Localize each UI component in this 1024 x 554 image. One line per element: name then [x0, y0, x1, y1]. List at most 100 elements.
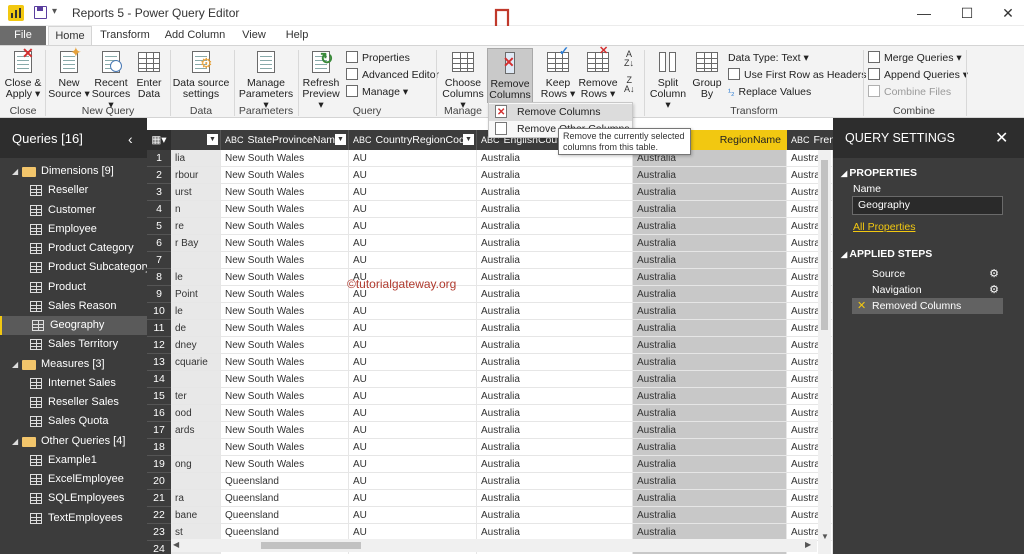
table-cell[interactable]: Australia: [633, 507, 787, 524]
manage-query-button[interactable]: Manage ▾: [346, 84, 408, 100]
table-cell[interactable]: cquarie: [171, 354, 221, 371]
table-cell[interactable]: r Bay: [171, 235, 221, 252]
expand-triangle-icon[interactable]: ◢: [12, 162, 18, 181]
table-cell[interactable]: AU: [349, 439, 477, 456]
scroll-left-icon[interactable]: ◀: [173, 540, 179, 549]
row-number[interactable]: 19: [147, 456, 171, 473]
table-cell[interactable]: Australia: [477, 201, 633, 218]
vertical-scroll-thumb[interactable]: [821, 160, 828, 330]
row-number[interactable]: 2: [147, 167, 171, 184]
table-cell[interactable]: Australia: [477, 235, 633, 252]
row-number[interactable]: 5: [147, 218, 171, 235]
table-cell[interactable]: New South Wales: [221, 354, 349, 371]
query-item[interactable]: Product Subcategory: [0, 258, 151, 277]
table-cell[interactable]: Australia: [477, 218, 633, 235]
row-number[interactable]: 16: [147, 405, 171, 422]
close-apply-button[interactable]: ✕ Close & Apply ▾: [4, 46, 42, 100]
table-cell[interactable]: New South Wales: [221, 371, 349, 388]
query-folder[interactable]: ◢ Dimensions [9]: [0, 162, 147, 181]
table-cell[interactable]: Australia: [477, 184, 633, 201]
scroll-down-icon[interactable]: ▼: [821, 532, 829, 541]
table-cell[interactable]: Australia: [477, 303, 633, 320]
query-item[interactable]: Sales Reason: [0, 297, 147, 316]
row-number[interactable]: 14: [147, 371, 171, 388]
close-settings-icon[interactable]: ✕: [995, 128, 1008, 148]
table-cell[interactable]: Australia: [633, 218, 787, 235]
table-cell[interactable]: ong: [171, 456, 221, 473]
table-cell[interactable]: Australia: [633, 303, 787, 320]
collapse-pane-icon[interactable]: ‹: [128, 131, 133, 147]
table-cell[interactable]: New South Wales: [221, 439, 349, 456]
table-cell[interactable]: Australia: [633, 371, 787, 388]
table-cell[interactable]: Australia: [633, 184, 787, 201]
table-cell[interactable]: Australia: [477, 286, 633, 303]
tab-view[interactable]: View: [238, 26, 270, 45]
step-settings-gear-icon[interactable]: ⚙: [989, 266, 999, 282]
row-number[interactable]: 6: [147, 235, 171, 252]
query-item[interactable]: Geography: [0, 316, 147, 335]
query-item[interactable]: Example1: [0, 451, 147, 470]
expand-triangle-icon[interactable]: ◢: [12, 355, 18, 374]
table-cell[interactable]: New South Wales: [221, 218, 349, 235]
merge-queries-button[interactable]: Merge Queries ▾: [868, 50, 962, 66]
row-number[interactable]: 15: [147, 388, 171, 405]
quick-access-dropdown-icon[interactable]: ▾: [52, 6, 57, 17]
column-filter-icon[interactable]: ▼: [207, 134, 218, 145]
table-cell[interactable]: New South Wales: [221, 337, 349, 354]
table-cell[interactable]: New South Wales: [221, 201, 349, 218]
row-number[interactable]: 8: [147, 269, 171, 286]
table-cell[interactable]: Australia: [477, 388, 633, 405]
table-cell[interactable]: Australia: [633, 388, 787, 405]
table-cell[interactable]: [171, 371, 221, 388]
applied-step-removed-columns[interactable]: ✕ Removed Columns: [852, 298, 1003, 314]
query-item[interactable]: Reseller Sales: [0, 393, 147, 412]
horizontal-scrollbar[interactable]: ◀ ▶: [171, 539, 817, 552]
group-by-button[interactable]: Group By: [690, 48, 724, 100]
table-cell[interactable]: Australia: [633, 405, 787, 422]
table-cell[interactable]: Australia: [633, 473, 787, 490]
table-cell[interactable]: Australia: [477, 167, 633, 184]
table-cell[interactable]: New South Wales: [221, 167, 349, 184]
table-cell[interactable]: New South Wales: [221, 388, 349, 405]
column-header-countryregioncode[interactable]: ABC CountryRegionCode ▼: [349, 130, 477, 150]
close-window-button[interactable]: ✕: [996, 4, 1020, 22]
use-first-row-headers-button[interactable]: Use First Row as Headers ▾: [728, 67, 875, 83]
minimize-button[interactable]: —: [912, 4, 936, 22]
table-cell[interactable]: AU: [349, 184, 477, 201]
table-cell[interactable]: Queensland: [221, 490, 349, 507]
row-number[interactable]: 22: [147, 507, 171, 524]
column-header-city[interactable]: ▼: [171, 130, 221, 150]
table-cell[interactable]: le: [171, 269, 221, 286]
tab-file[interactable]: File: [0, 26, 46, 45]
vertical-scrollbar[interactable]: ▼: [818, 150, 831, 554]
table-cell[interactable]: New South Wales: [221, 286, 349, 303]
table-cell[interactable]: AU: [349, 218, 477, 235]
query-item[interactable]: SQLEmployees: [0, 489, 147, 508]
table-cell[interactable]: New South Wales: [221, 456, 349, 473]
table-cell[interactable]: ra: [171, 490, 221, 507]
query-item[interactable]: Reseller: [0, 181, 147, 200]
tab-help[interactable]: Help: [282, 26, 312, 45]
table-cell[interactable]: rbour: [171, 167, 221, 184]
table-cell[interactable]: bane: [171, 507, 221, 524]
table-cell[interactable]: Australia: [477, 405, 633, 422]
query-item[interactable]: ExcelEmployee: [0, 470, 147, 489]
table-cell[interactable]: re: [171, 218, 221, 235]
table-cell[interactable]: Australia: [477, 354, 633, 371]
table-cell[interactable]: AU: [349, 303, 477, 320]
table-cell[interactable]: AU: [349, 337, 477, 354]
table-cell[interactable]: Australia: [477, 473, 633, 490]
properties-button[interactable]: Properties: [346, 50, 410, 66]
table-cell[interactable]: dney: [171, 337, 221, 354]
table-cell[interactable]: Australia: [633, 235, 787, 252]
recent-sources-button[interactable]: Recent Sources ▾: [90, 48, 132, 111]
table-cell[interactable]: New South Wales: [221, 150, 349, 167]
table-cell[interactable]: [171, 439, 221, 456]
keep-rows-button[interactable]: ✓ Keep Rows ▾: [538, 45, 578, 100]
column-header-stateprovincename[interactable]: ABC StateProvinceName ▼: [221, 130, 349, 150]
row-number[interactable]: 21: [147, 490, 171, 507]
column-filter-icon[interactable]: ▼: [335, 134, 346, 145]
maximize-button[interactable]: ☐: [955, 4, 979, 22]
query-folder[interactable]: ◢ Measures [3]: [0, 355, 147, 374]
table-cell[interactable]: New South Wales: [221, 320, 349, 337]
